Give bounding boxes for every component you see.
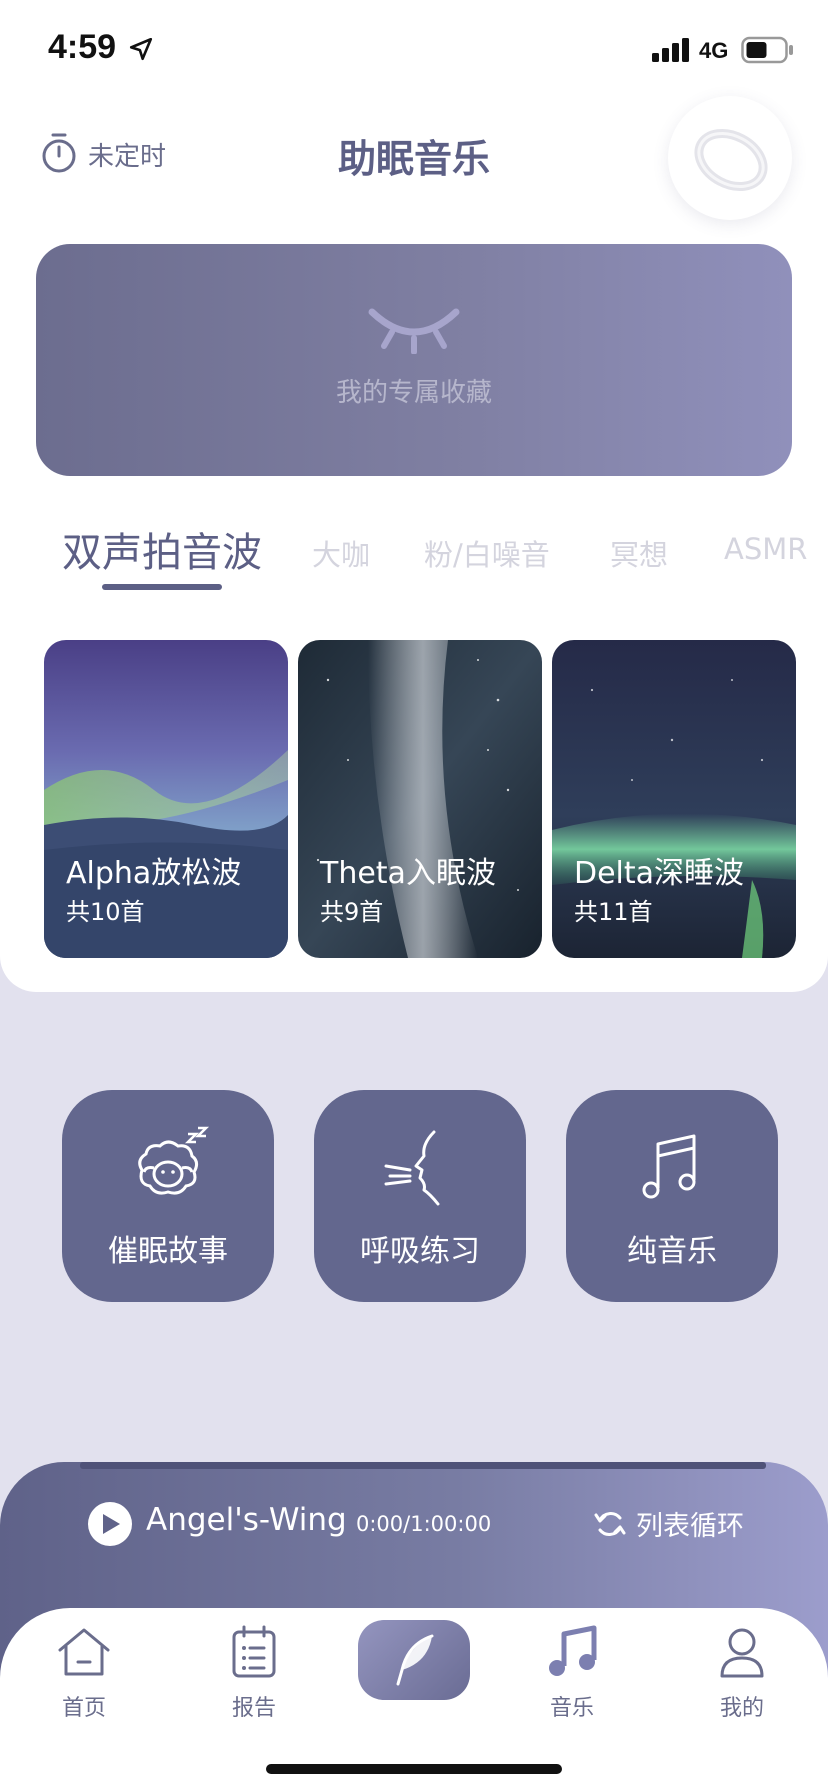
tab-masters[interactable]: 大咖 — [312, 532, 370, 574]
hypnosis-story-button[interactable]: 催眠故事 — [62, 1090, 274, 1302]
status-time: 4:59 — [48, 28, 117, 66]
pure-music-button[interactable]: 纯音乐 — [566, 1090, 778, 1302]
feature-label: 纯音乐 — [627, 1234, 717, 1269]
wave-card-title: Theta入眠波 — [320, 856, 496, 891]
tab-label: 报告 — [231, 1696, 276, 1721]
feature-label: 呼吸练习 — [360, 1234, 480, 1269]
wave-card-title: Delta深睡波 — [574, 856, 745, 891]
wave-card-alpha[interactable]: Alpha放松波 共10首 — [44, 640, 288, 958]
tab-music[interactable]: 音乐 — [502, 1608, 642, 1728]
sheep-icon — [138, 1126, 210, 1195]
play-button[interactable] — [88, 1502, 132, 1546]
feather-icon — [396, 1634, 434, 1686]
tab-meditation[interactable]: 冥想 — [610, 532, 668, 574]
favorites-banner[interactable]: 我的专属收藏 — [36, 244, 792, 476]
home-indicator — [266, 1764, 562, 1774]
tab-label: 首页 — [61, 1696, 106, 1721]
music-note-icon — [642, 1134, 696, 1199]
tab-report[interactable]: 报告 — [184, 1608, 324, 1728]
cellular-signal-icon — [652, 38, 689, 62]
category-tabs: 双声拍音波 大咖 粉/白噪音 冥想 ASMR — [0, 520, 828, 600]
music-icon — [549, 1625, 597, 1676]
breath-icon — [384, 1130, 440, 1206]
tab-sleep[interactable] — [358, 1620, 470, 1700]
home-icon — [58, 1628, 110, 1676]
device-button[interactable] — [668, 96, 792, 220]
network-type: 4G — [699, 38, 729, 63]
track-name: Angel's-Wing — [146, 1502, 347, 1538]
wave-card-count: 共11首 — [574, 898, 653, 926]
tab-binaural-beats[interactable]: 双声拍音波 — [62, 520, 262, 578]
tab-label: 音乐 — [549, 1696, 594, 1721]
breathing-exercise-button[interactable]: 呼吸练习 — [314, 1090, 526, 1302]
sleeping-eye-icon — [368, 308, 460, 354]
profile-icon — [720, 1628, 764, 1678]
track-time: 0:00/1:00:00 — [356, 1512, 492, 1536]
headband-icon — [694, 128, 768, 192]
play-icon — [103, 1514, 120, 1534]
loop-icon[interactable] — [594, 1506, 626, 1542]
report-icon — [232, 1625, 276, 1678]
wave-card-title: Alpha放松波 — [66, 856, 242, 891]
status-bar: 4:59 4G — [0, 0, 828, 100]
favorites-label: 我的专属收藏 — [335, 378, 492, 408]
tab-home[interactable]: 首页 — [14, 1608, 154, 1728]
play-mode-label[interactable]: 列表循环 — [636, 1504, 744, 1543]
progress-bar[interactable] — [80, 1462, 766, 1469]
wave-card-theta[interactable]: Theta入眠波 共9首 — [298, 640, 542, 958]
wave-card-delta[interactable]: Delta深睡波 共11首 — [552, 640, 796, 958]
battery-icon — [741, 36, 793, 64]
tab-profile[interactable]: 我的 — [672, 1608, 812, 1728]
wave-card-count: 共9首 — [320, 898, 384, 926]
active-tab-indicator — [102, 584, 222, 590]
location-arrow-icon — [129, 37, 153, 61]
tab-label: 我的 — [719, 1696, 764, 1721]
tab-noise[interactable]: 粉/白噪音 — [424, 532, 550, 574]
feature-label: 催眠故事 — [108, 1234, 228, 1269]
tab-asmr[interactable]: ASMR — [724, 532, 807, 566]
wave-card-count: 共10首 — [66, 898, 145, 926]
